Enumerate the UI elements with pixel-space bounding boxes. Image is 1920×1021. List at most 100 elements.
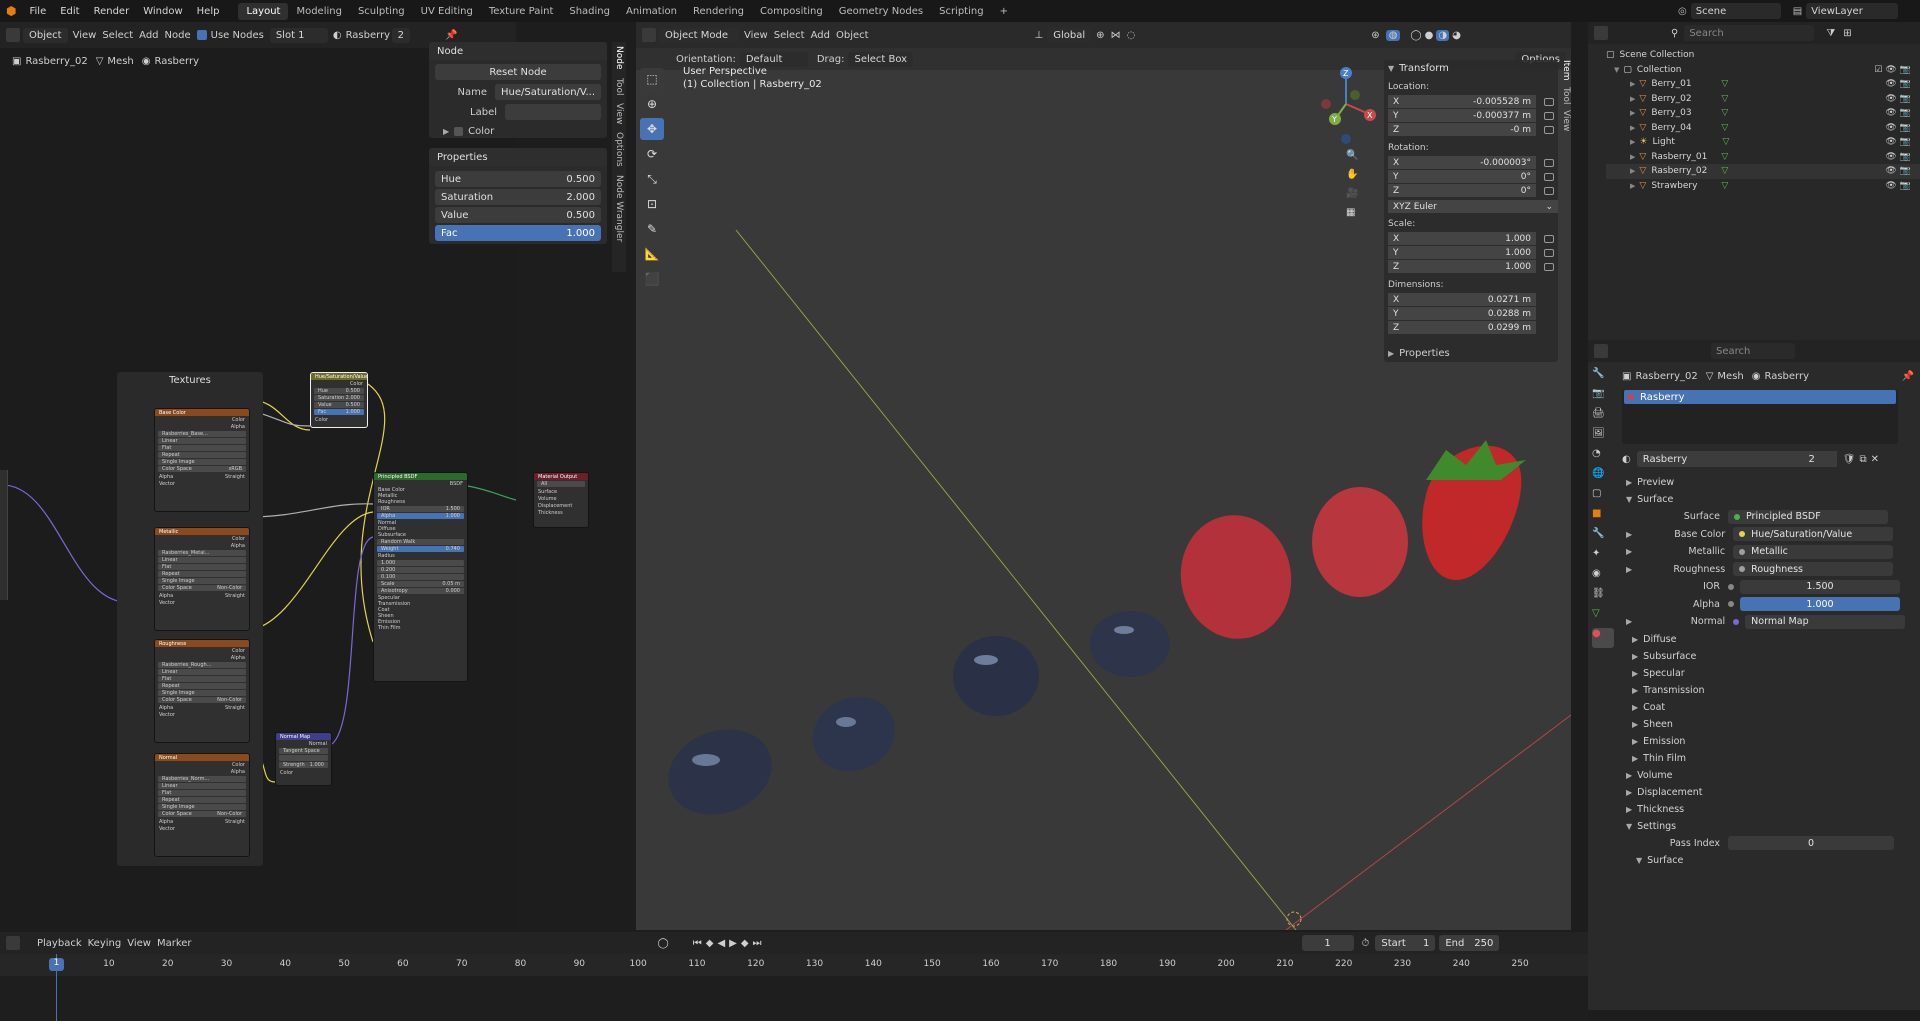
- texture-alpha-mode[interactable]: Alpha Straight: [155, 818, 249, 825]
- expand-input-icon[interactable]: ▶: [1626, 565, 1632, 574]
- outliner[interactable]: ⚲ Search ⧩ ⊞ ▢ Scene Collection ▼ ▢ Collect…: [1588, 22, 1920, 340]
- viewport-view-menu[interactable]: View: [744, 30, 768, 41]
- hsv-value-slot[interactable]: Value 0.500: [314, 402, 364, 408]
- normal-field[interactable]: Normal Map: [1745, 614, 1906, 629]
- viewport-editor-type-icon[interactable]: [642, 28, 656, 42]
- workspace-tab-sculpting[interactable]: Sculpting: [350, 3, 413, 20]
- workspace-tab-scripting[interactable]: Scripting: [931, 3, 991, 20]
- normal-map-node-header[interactable]: Normal Map: [276, 733, 331, 740]
- normal-map-space[interactable]: Tangent Space: [279, 748, 328, 754]
- outliner-item[interactable]: ▶ ▽ Rasberry_01 ▽ 👁📷: [1606, 150, 1920, 165]
- outliner-item[interactable]: ▶ ▽ Berry_03 ▽ 👁📷: [1606, 106, 1920, 121]
- hsv-node-header[interactable]: Hue/Saturation/Value: [311, 373, 367, 380]
- surface-subsection[interactable]: ▶ Subsurface: [1624, 648, 1918, 665]
- surface-subsection[interactable]: ▶ Coat: [1624, 699, 1918, 716]
- expand-input-icon[interactable]: ▶: [1626, 530, 1632, 539]
- physics-tab-icon[interactable]: ◉: [1592, 568, 1614, 588]
- visibility-icons[interactable]: 👁📷: [1885, 123, 1914, 133]
- tab-tool[interactable]: Tool: [614, 78, 624, 95]
- roughness-texture-node[interactable]: Roughness Color Alpha Rasberries_Rough... Li…: [154, 639, 250, 743]
- texture-node-header[interactable]: Normal: [155, 754, 249, 761]
- base-color-texture-node[interactable]: Base Color Color Alpha Rasberries_Base... Li…: [154, 408, 250, 512]
- hsv-input-color[interactable]: Color: [311, 416, 367, 423]
- material-tab-icon[interactable]: ●: [1592, 628, 1614, 648]
- scene-selector[interactable]: Scene: [1690, 3, 1781, 19]
- current-frame-field[interactable]: 1: [1301, 935, 1354, 951]
- add-workspace-button[interactable]: +: [992, 3, 1016, 20]
- texture-option[interactable]: Repeat: [158, 797, 246, 803]
- outliner-search-input[interactable]: Search: [1684, 25, 1815, 41]
- texture-output-alpha[interactable]: Alpha: [155, 542, 249, 549]
- scale-field[interactable]: Y 1.000: [1388, 246, 1536, 259]
- texture-output-alpha[interactable]: Alpha: [155, 423, 249, 430]
- tab-viewport-tool[interactable]: Tool: [1561, 87, 1571, 104]
- lock-icon[interactable]: [1544, 112, 1554, 120]
- texture-option[interactable]: Flat: [158, 445, 246, 451]
- workspace-tab-rendering[interactable]: Rendering: [685, 3, 752, 20]
- texture-option[interactable]: Flat: [158, 676, 246, 682]
- snap-icon[interactable]: ⋈: [1111, 30, 1121, 41]
- bsdf-row[interactable]: Anisotropy 0.000: [377, 588, 464, 594]
- transform-title[interactable]: Transform: [1399, 63, 1449, 74]
- navigation-gizmo[interactable]: Z X Y: [1306, 64, 1386, 144]
- filter-icon[interactable]: ⚲: [1671, 28, 1678, 39]
- timeline-editor-type-icon[interactable]: [6, 936, 20, 950]
- new-collection-icon[interactable]: ⊞: [1843, 28, 1851, 39]
- bsdf-output[interactable]: BSDF: [374, 480, 467, 487]
- texture-output-color[interactable]: Color: [155, 761, 249, 768]
- texture-color-space[interactable]: Color Space sRGB: [158, 466, 246, 472]
- modifier-tab-icon[interactable]: 🔧: [1592, 528, 1614, 548]
- properties-editor[interactable]: Search 🔧 📷 🖨 🖼 ◔ 🌐 ▢ ■ 🔧 ✦ ◉ ⛓ ▽ ● ▣ Ras…: [1588, 340, 1920, 1010]
- thickness-section[interactable]: ▶ Thickness: [1618, 801, 1918, 818]
- lock-icon[interactable]: [1544, 98, 1554, 106]
- visibility-icons[interactable]: 👁📷: [1885, 166, 1914, 176]
- output-node-header[interactable]: Material Output: [534, 473, 588, 480]
- bsdf-row[interactable]: Random Walk: [377, 539, 464, 545]
- visibility-icons[interactable]: 👁📷: [1885, 137, 1914, 147]
- bsdf-row[interactable]: Scale 0.05 m: [377, 581, 464, 587]
- preview-section[interactable]: ▶ Preview: [1618, 474, 1918, 491]
- texture-option[interactable]: Linear: [158, 557, 246, 563]
- tab-options[interactable]: Options: [614, 132, 624, 167]
- node-label-field[interactable]: [505, 104, 601, 120]
- render-tab-icon[interactable]: 📷: [1592, 388, 1614, 408]
- world-tab-icon[interactable]: 🌐: [1592, 468, 1614, 488]
- jump-end-icon[interactable]: ⏭: [753, 938, 762, 949]
- object-tab-icon[interactable]: ■: [1592, 508, 1614, 528]
- hsv-output-color[interactable]: Color: [311, 380, 367, 387]
- surface-input-field[interactable]: Roughness: [1733, 562, 1894, 577]
- displacement-section[interactable]: ▶ Displacement: [1618, 784, 1918, 801]
- output-tab-icon[interactable]: 🖨: [1592, 408, 1614, 428]
- blender-logo-icon[interactable]: ⬢: [6, 4, 16, 18]
- properties-search-input[interactable]: Search: [1711, 343, 1795, 359]
- texture-option[interactable]: Linear: [158, 669, 246, 675]
- collection-tab-icon[interactable]: ▢: [1592, 488, 1614, 508]
- visibility-icons[interactable]: 👁📷: [1885, 108, 1914, 118]
- visibility-icons[interactable]: 👁📷: [1885, 94, 1914, 104]
- hsv-hue-slot[interactable]: Hue 0.500: [314, 388, 364, 394]
- bsdf-row[interactable]: Weight 0.740: [377, 546, 464, 552]
- bsdf-row[interactable]: Roughness: [374, 499, 467, 505]
- texture-color-space[interactable]: Color Space Non-Color: [158, 811, 246, 817]
- particles-tab-icon[interactable]: ✦: [1592, 548, 1614, 568]
- pass-index-field[interactable]: 0: [1728, 836, 1894, 851]
- outliner-item[interactable]: ▶ ▽ Strawbery ▽ 👁📷: [1606, 179, 1920, 194]
- overlay-toggle-icon[interactable]: ◍: [1385, 29, 1401, 41]
- texture-input-vector[interactable]: Vector: [155, 825, 249, 832]
- output-thickness[interactable]: Thickness: [534, 509, 588, 516]
- workspace-tab-uv-editing[interactable]: UV Editing: [413, 3, 481, 20]
- shading-rendered-icon[interactable]: ◕: [1452, 30, 1461, 41]
- surface-subsection[interactable]: ▶ Emission: [1624, 733, 1918, 750]
- hsv-saturation-slot[interactable]: Saturation 2.000: [314, 395, 364, 401]
- scale-field[interactable]: Z 1.000: [1388, 260, 1536, 273]
- alpha-field[interactable]: 1.000: [1740, 597, 1900, 612]
- shading-solid-icon[interactable]: ●: [1425, 30, 1434, 41]
- normal-map-node[interactable]: Normal Map Normal Tangent Space Strength…: [275, 732, 332, 786]
- rotation-mode-dropdown[interactable]: XYZ Euler ⌄: [1388, 200, 1558, 213]
- gizmo-toggle-icon[interactable]: ⊛: [1371, 30, 1379, 41]
- workspace-tab-geometry-nodes[interactable]: Geometry Nodes: [831, 3, 931, 20]
- bsdf-row[interactable]: 0.200: [377, 567, 464, 573]
- lock-icon[interactable]: [1544, 173, 1554, 181]
- texture-image-selector[interactable]: Rasberries_Norm...: [158, 776, 246, 782]
- auto-key-icon[interactable]: ◯: [658, 938, 669, 949]
